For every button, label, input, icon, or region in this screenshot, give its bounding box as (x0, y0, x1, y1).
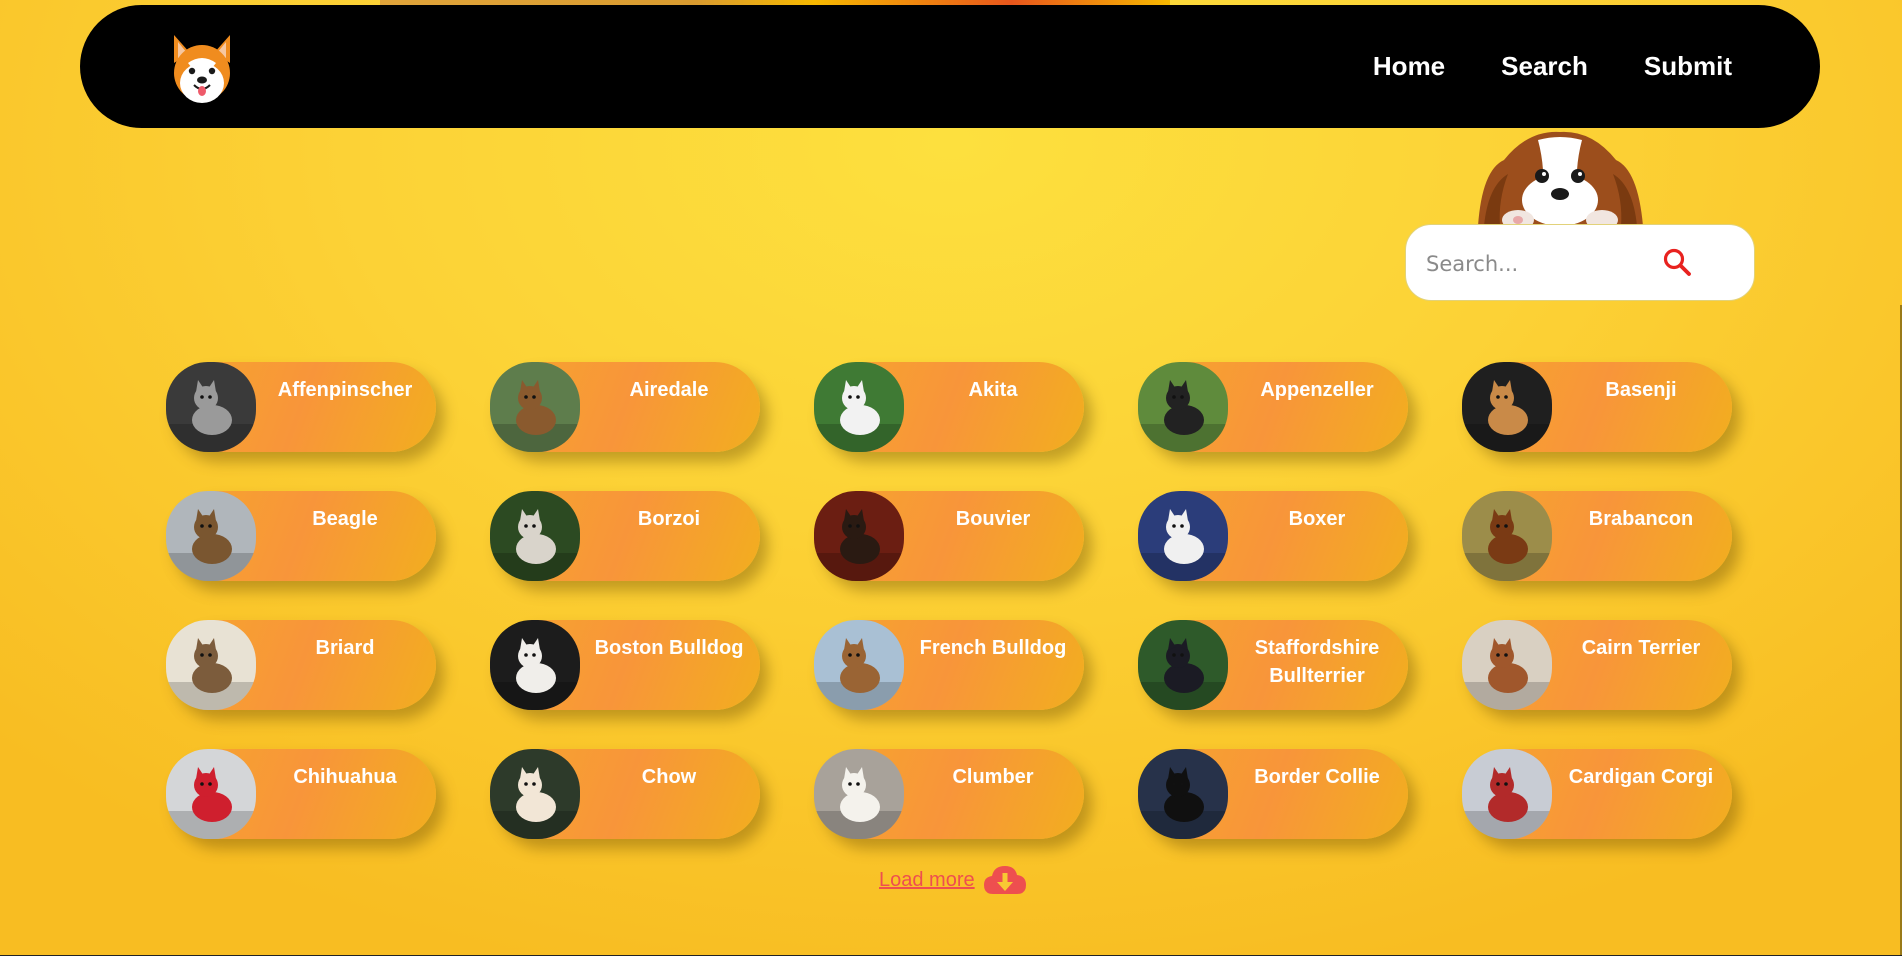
breed-card[interactable]: Boxer (1138, 491, 1408, 581)
breed-photo (814, 749, 904, 839)
navbar: Home Search Submit (80, 5, 1820, 128)
breed-card[interactable]: French Bulldog (814, 620, 1084, 710)
breed-photo (490, 749, 580, 839)
breed-name: Bouvier (955, 508, 1031, 530)
breed-photo (1462, 491, 1552, 581)
breed-name: Briard (315, 637, 375, 659)
breed-grid: Affenpinscher Airedale Akita Appenzeller Bas… (166, 362, 1732, 839)
breed-name: Beagle (312, 508, 378, 530)
breed-photo (490, 362, 580, 452)
breed-photo (1138, 362, 1228, 452)
breed-photo (166, 362, 256, 452)
breed-card[interactable]: Basenji (1462, 362, 1732, 452)
breed-card[interactable]: Bouvier (814, 491, 1084, 581)
breed-photo (1138, 749, 1228, 839)
main-nav: Home Search Submit (1373, 51, 1732, 82)
breed-card[interactable]: Brabancon (1462, 491, 1732, 581)
breed-card[interactable]: Beagle (166, 491, 436, 581)
search-box (1405, 224, 1755, 301)
breed-card[interactable]: Appenzeller (1138, 362, 1408, 452)
breed-card[interactable]: Cardigan Corgi (1462, 749, 1732, 839)
breed-card[interactable]: Clumber (814, 749, 1084, 839)
breed-card[interactable]: Akita (814, 362, 1084, 452)
load-more-button[interactable]: Load more (879, 864, 1027, 896)
breed-photo (490, 491, 580, 581)
breed-name: Boston Bulldog (594, 637, 744, 659)
breed-photo (166, 491, 256, 581)
breed-photo (1462, 620, 1552, 710)
breed-card[interactable]: Briard (166, 620, 436, 710)
breed-photo (1138, 620, 1228, 710)
breed-card[interactable]: Chihuahua (166, 749, 436, 839)
cloud-download-icon (983, 864, 1027, 896)
breed-photo (1138, 491, 1228, 581)
breed-name: Affenpinscher (277, 379, 413, 401)
breed-name: Akita (968, 379, 1018, 401)
breed-name: French Bulldog (919, 637, 1067, 659)
nav-submit[interactable]: Submit (1644, 51, 1732, 82)
breed-card[interactable]: Airedale (490, 362, 760, 452)
breed-card[interactable]: Affenpinscher (166, 362, 436, 452)
breed-photo (814, 620, 904, 710)
breed-name: Chihuahua (293, 766, 397, 788)
nav-search[interactable]: Search (1501, 51, 1588, 82)
load-more-label: Load more (879, 868, 975, 891)
nav-home[interactable]: Home (1373, 51, 1445, 82)
breed-name: Border Collie (1254, 766, 1380, 788)
breed-name: Basenji (1605, 379, 1677, 401)
breed-name: Clumber (952, 766, 1034, 788)
breed-name: Chow (641, 766, 697, 788)
breed-card[interactable]: Boston Bulldog (490, 620, 760, 710)
breed-photo (490, 620, 580, 710)
peeking-dog-image (1478, 130, 1643, 230)
breed-photo (1462, 362, 1552, 452)
breed-name: Boxer (1288, 508, 1346, 530)
breed-photo (166, 749, 256, 839)
akita-logo-icon[interactable] (168, 33, 236, 105)
search-icon[interactable] (1660, 245, 1696, 281)
breed-photo (166, 620, 256, 710)
breed-name: Borzoi (637, 508, 701, 530)
breed-photo (814, 362, 904, 452)
breed-name: Staffordshire Bullterrier (1254, 637, 1380, 687)
breed-card[interactable]: Borzoi (490, 491, 760, 581)
breed-card[interactable]: Chow (490, 749, 760, 839)
breed-name: Cairn Terrier (1581, 637, 1701, 659)
breed-name: Brabancon (1588, 508, 1694, 530)
breed-photo (1462, 749, 1552, 839)
breed-name: Appenzeller (1260, 379, 1374, 401)
breed-photo (814, 491, 904, 581)
breed-name: Airedale (629, 379, 709, 401)
breed-name: Cardigan Corgi (1568, 766, 1714, 788)
breed-card[interactable]: Staffordshire Bullterrier (1138, 620, 1408, 710)
breed-card[interactable]: Cairn Terrier (1462, 620, 1732, 710)
breed-card[interactable]: Border Collie (1138, 749, 1408, 839)
search-input[interactable] (1424, 243, 1648, 285)
